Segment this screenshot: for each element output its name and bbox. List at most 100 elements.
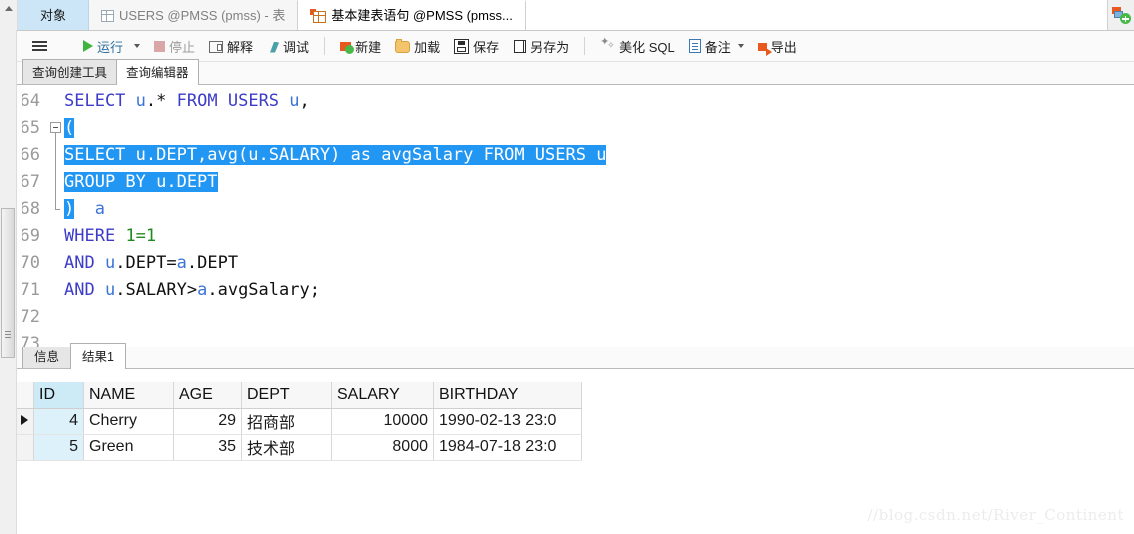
cell-dept[interactable]: 技术部 bbox=[241, 434, 332, 461]
code-line[interactable]: 68) a bbox=[0, 196, 1134, 223]
tab-result-1[interactable]: 结果1 bbox=[70, 343, 126, 369]
table-row[interactable]: 4 Cherry 29 招商部 10000 1990-02-13 23:0 bbox=[16, 408, 582, 435]
column-header-name[interactable]: NAME bbox=[83, 382, 174, 409]
stop-button[interactable]: 停止 bbox=[148, 35, 201, 58]
code-token: a bbox=[197, 280, 208, 300]
code-text[interactable]: SELECT u.* FROM USERS u, bbox=[64, 88, 310, 115]
cell-birthday[interactable]: 1990-02-13 23:0 bbox=[433, 408, 582, 435]
column-header-age[interactable]: AGE bbox=[173, 382, 242, 409]
code-line[interactable]: 70 AND u.DEPT=a.DEPT bbox=[0, 250, 1134, 277]
code-text[interactable]: GROUP BY u.DEPT bbox=[64, 169, 218, 196]
selected-code[interactable]: SELECT u.DEPT,avg(u.SALARY) as avgSalary… bbox=[64, 145, 607, 165]
row-selector-cell[interactable] bbox=[16, 434, 34, 461]
fold-gutter bbox=[48, 142, 64, 169]
cell-age[interactable]: 35 bbox=[173, 434, 242, 461]
fold-gutter bbox=[48, 169, 64, 196]
run-button[interactable]: 运行 bbox=[77, 35, 129, 58]
code-text[interactable]: SELECT u.DEPT,avg(u.SALARY) as avgSalary… bbox=[64, 142, 607, 169]
code-line[interactable]: 71 AND u.SALARY>a.avgSalary; bbox=[0, 277, 1134, 304]
new-button[interactable]: 新建 bbox=[334, 35, 387, 58]
cell-age[interactable]: 29 bbox=[173, 408, 242, 435]
run-dropdown-button[interactable] bbox=[131, 42, 146, 50]
code-text[interactable]: ) a bbox=[64, 196, 105, 223]
row-selector-cell[interactable] bbox=[16, 408, 34, 435]
explain-button[interactable]: 解释 bbox=[203, 35, 259, 58]
tab-query-builder[interactable]: 查询创建工具 bbox=[22, 59, 118, 84]
new-tab-button[interactable] bbox=[1108, 0, 1134, 30]
code-text[interactable]: WHERE 1=1 bbox=[64, 223, 156, 250]
fold-line-end bbox=[55, 196, 60, 210]
window-tab-empty-slot bbox=[525, 0, 1108, 30]
explain-button-label: 解释 bbox=[227, 39, 254, 55]
code-line[interactable]: 72 bbox=[0, 304, 1134, 331]
selected-code[interactable]: GROUP BY u.DEPT bbox=[64, 172, 218, 192]
menu-button[interactable] bbox=[28, 38, 51, 54]
column-header-salary[interactable]: SALARY bbox=[331, 382, 434, 409]
code-token: a bbox=[94, 199, 105, 219]
selected-code[interactable]: ) bbox=[64, 199, 75, 219]
load-button[interactable]: 加载 bbox=[389, 35, 446, 58]
cell-salary[interactable]: 8000 bbox=[331, 434, 434, 461]
code-text[interactable]: ( bbox=[64, 115, 75, 142]
fold-collapse-icon[interactable] bbox=[50, 122, 61, 133]
column-header-dept[interactable]: DEPT bbox=[241, 382, 332, 409]
code-line[interactable]: 73 bbox=[0, 331, 1134, 347]
comment-button[interactable]: 备注 bbox=[683, 35, 750, 58]
results-body[interactable]: 4 Cherry 29 招商部 10000 1990-02-13 23:0 5 Green 35… bbox=[16, 408, 582, 461]
comment-icon bbox=[688, 39, 701, 53]
code-line[interactable]: 67 GROUP BY u.DEPT bbox=[0, 169, 1134, 196]
window-vertical-scrollbar[interactable] bbox=[0, 30, 17, 534]
window-tab-sql-editor[interactable]: 基本建表语句 @PMSS (pmss... bbox=[298, 0, 526, 30]
code-token: u bbox=[104, 280, 116, 300]
fold-gutter bbox=[48, 250, 64, 277]
stop-button-label: 停止 bbox=[169, 39, 196, 55]
beautify-sql-button[interactable]: 美化 SQL bbox=[594, 35, 681, 58]
cell-name[interactable]: Green bbox=[83, 434, 174, 461]
play-icon bbox=[83, 40, 93, 52]
cell-birthday[interactable]: 1984-07-18 23:0 bbox=[433, 434, 582, 461]
cell-dept[interactable]: 招商部 bbox=[241, 408, 332, 435]
load-button-label: 加载 bbox=[414, 39, 441, 55]
stop-icon bbox=[154, 40, 166, 52]
code-text[interactable]: AND u.SALARY>a.avgSalary; bbox=[64, 277, 320, 304]
selected-code[interactable]: ( bbox=[64, 118, 75, 138]
column-header-birthday[interactable]: BIRTHDAY bbox=[433, 382, 582, 409]
cell-salary[interactable]: 10000 bbox=[331, 408, 434, 435]
export-button[interactable]: 导出 bbox=[752, 35, 803, 58]
code-text[interactable]: AND u.DEPT=a.DEPT bbox=[64, 250, 238, 277]
fold-line bbox=[55, 169, 56, 196]
scrollbar-thumb[interactable] bbox=[1, 208, 15, 358]
debug-button-label: 调试 bbox=[283, 39, 310, 55]
column-header-id[interactable]: ID bbox=[33, 382, 84, 409]
window-tab-label: 对象 bbox=[40, 7, 67, 23]
fold-gutter bbox=[48, 196, 64, 223]
fold-gutter[interactable] bbox=[48, 115, 64, 142]
results-grid[interactable]: ID NAME AGE DEPT SALARY BIRTHDAY 4 Cherry 29 招商部… bbox=[16, 382, 582, 461]
cell-name[interactable]: Cherry bbox=[83, 408, 174, 435]
debug-button[interactable]: 调试 bbox=[261, 35, 315, 58]
cell-id[interactable]: 4 bbox=[33, 408, 84, 435]
save-button-label: 保存 bbox=[473, 39, 500, 55]
cell-id[interactable]: 5 bbox=[33, 434, 84, 461]
tab-scroll-up-button[interactable] bbox=[0, 0, 18, 30]
window-tab-objects[interactable]: 对象 bbox=[18, 0, 90, 30]
fold-line bbox=[55, 142, 56, 169]
sql-editor[interactable]: 64 SELECT u.* FROM USERS u, 65(66 SELECT u.… bbox=[0, 85, 1134, 347]
save-button[interactable]: 保存 bbox=[448, 35, 505, 58]
tab-query-editor[interactable]: 查询编辑器 bbox=[116, 59, 199, 85]
sql-code-body[interactable]: 64 SELECT u.* FROM USERS u, 65(66 SELECT u.… bbox=[0, 85, 1134, 347]
code-line[interactable]: 69 WHERE 1=1 bbox=[0, 223, 1134, 250]
export-icon bbox=[757, 43, 772, 56]
code-line[interactable]: 64 SELECT u.* FROM USERS u, bbox=[0, 88, 1134, 115]
code-token: .DEPT bbox=[186, 253, 239, 273]
code-line[interactable]: 65( bbox=[0, 115, 1134, 142]
window-tab-users-table[interactable]: USERS @PMSS (pmss) - 表 bbox=[89, 0, 299, 30]
window-tab-label: 基本建表语句 @PMSS (pmss... bbox=[331, 8, 513, 23]
code-line[interactable]: 66 SELECT u.DEPT,avg(u.SALARY) as avgSala… bbox=[0, 142, 1134, 169]
table-row[interactable]: 5 Green 35 技术部 8000 1984-07-18 23:0 bbox=[16, 434, 582, 461]
save-as-button[interactable]: 另存为 bbox=[507, 35, 575, 58]
